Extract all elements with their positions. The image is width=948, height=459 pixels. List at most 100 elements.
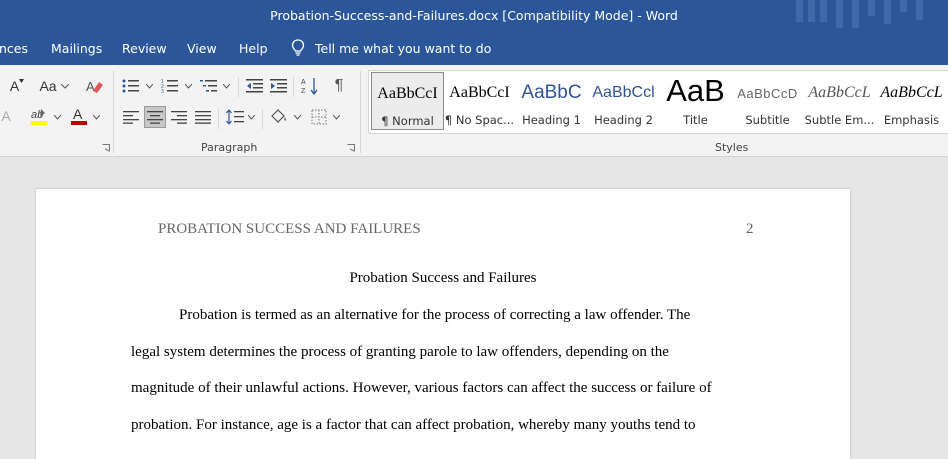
borders-button[interactable] xyxy=(308,106,330,128)
styles-group-label: Styles xyxy=(715,141,749,154)
separator xyxy=(238,77,239,97)
tell-me-search[interactable]: Tell me what you want to do xyxy=(291,39,491,57)
sort-icon: A Z xyxy=(301,78,318,95)
decrease-indent-button[interactable] xyxy=(244,75,266,97)
style-preview: AaBbCcD xyxy=(737,85,798,101)
chevron-down-icon[interactable] xyxy=(93,115,100,120)
ribbon: A Aa A A ab A 1 2 3 A Z ¶ Paragraph AaBb… xyxy=(0,65,948,157)
style-name: ¶ Normal xyxy=(381,114,434,128)
change-case-button[interactable]: Aa xyxy=(36,75,72,97)
chevron-down-icon[interactable] xyxy=(248,115,255,120)
numbering-button[interactable]: 1 2 3 xyxy=(159,75,181,97)
ribbon-tabs: nces Mailings Review View Help Tell me w… xyxy=(0,32,948,65)
style-title[interactable]: AaB Title xyxy=(659,72,732,130)
document-canvas[interactable]: PROBATION SUCCESS AND FAILURES 2 Probati… xyxy=(0,157,948,459)
align-right-icon xyxy=(171,111,187,124)
chevron-down-icon[interactable] xyxy=(185,84,192,89)
style-emphasis[interactable]: AaBbCcL Emphasis xyxy=(875,72,948,130)
style-preview: AaBbCcL xyxy=(880,84,943,101)
running-head: PROBATION SUCCESS AND FAILURES xyxy=(158,221,421,237)
decoration xyxy=(868,0,875,16)
separator xyxy=(360,71,361,153)
shading-button[interactable] xyxy=(268,106,290,128)
pilcrow-icon: ¶ xyxy=(334,77,344,94)
clear-formatting-button[interactable]: A xyxy=(84,75,106,97)
style-preview: AaBbCcL xyxy=(808,84,871,101)
shrink-font-button[interactable]: A xyxy=(4,75,30,97)
lightbulb-icon xyxy=(291,39,305,56)
paragraph-line: magnitude of their unlawful actions. How… xyxy=(131,380,712,396)
chevron-down-icon[interactable] xyxy=(146,84,153,89)
line-spacing-icon xyxy=(226,109,244,125)
line-spacing-button[interactable] xyxy=(224,106,246,128)
font-dialog-launcher-icon[interactable] xyxy=(102,144,110,152)
bullet-list-icon xyxy=(122,79,139,93)
svg-text:A: A xyxy=(301,79,306,86)
document-page[interactable]: PROBATION SUCCESS AND FAILURES 2 Probati… xyxy=(36,189,850,459)
style-name: Emphasis xyxy=(883,113,940,127)
style-heading-2[interactable]: AaBbCcl Heading 2 xyxy=(587,72,660,130)
style-name: Heading 1 xyxy=(522,113,581,127)
align-left-icon xyxy=(123,111,139,124)
tell-me-label: Tell me what you want to do xyxy=(315,40,492,56)
decoration xyxy=(808,0,815,22)
paragraph-dialog-launcher-icon[interactable] xyxy=(347,144,355,152)
highlight-button[interactable]: ab xyxy=(28,105,50,127)
tab-help[interactable]: Help xyxy=(239,41,268,56)
multilevel-list-icon xyxy=(200,80,217,92)
change-case-label: Aa xyxy=(39,78,57,94)
style-preview: AaBbC xyxy=(521,82,582,103)
align-center-button[interactable] xyxy=(144,106,166,128)
style-preview: AaBbCcI xyxy=(377,85,438,102)
tab-mailings[interactable]: Mailings xyxy=(51,41,102,56)
separator xyxy=(218,109,219,129)
chevron-down-icon xyxy=(60,83,69,89)
style-subtitle[interactable]: AaBbCcD Subtitle xyxy=(731,72,804,130)
style-preview: AaBbCcI xyxy=(449,84,510,101)
style-preview: AaBbCcl xyxy=(592,84,655,101)
style-name: ¶ No Spac... xyxy=(444,113,515,127)
text-effects-button[interactable]: A xyxy=(0,105,12,127)
chevron-down-icon[interactable] xyxy=(223,84,230,89)
decoration xyxy=(852,0,859,28)
justify-button[interactable] xyxy=(192,106,214,128)
increase-indent-button[interactable] xyxy=(268,75,290,97)
font-color-button[interactable]: A xyxy=(68,105,90,127)
styles-gallery: AaBbCcI ¶ Normal AaBbCcI ¶ No Spac... Aa… xyxy=(368,70,948,134)
decoration xyxy=(796,0,803,22)
tab-review[interactable]: Review xyxy=(122,41,167,56)
svg-text:3: 3 xyxy=(161,89,164,94)
paragraph-group-label: Paragraph xyxy=(201,141,258,154)
show-formatting-button[interactable]: ¶ xyxy=(328,75,350,97)
borders-icon xyxy=(311,109,327,125)
decoration xyxy=(916,0,923,20)
highlighter-icon: ab xyxy=(31,109,47,125)
align-left-button[interactable] xyxy=(120,106,142,128)
paragraph-line: probation. For instance, age is a factor… xyxy=(131,417,696,433)
style-heading-1[interactable]: AaBbC Heading 1 xyxy=(515,72,588,130)
chevron-down-icon[interactable] xyxy=(294,115,301,120)
style-name: Subtitle xyxy=(745,113,790,127)
multilevel-list-button[interactable] xyxy=(198,75,220,97)
justify-icon xyxy=(195,111,211,124)
chevron-down-icon[interactable] xyxy=(333,115,340,120)
paragraph-line: Probation is termed as an alternative fo… xyxy=(179,307,691,323)
style-name: Title xyxy=(683,113,708,127)
style-no-spacing[interactable]: AaBbCcI ¶ No Spac... xyxy=(443,72,516,130)
tab-view[interactable]: View xyxy=(187,41,217,56)
style-name: Heading 2 xyxy=(594,113,653,127)
paragraph-line: legal system determines the process of g… xyxy=(131,344,669,360)
sort-button[interactable]: A Z xyxy=(299,75,321,97)
bullets-button[interactable] xyxy=(120,75,142,97)
style-subtle-emphasis[interactable]: AaBbCcL Subtle Em... xyxy=(803,72,876,130)
separator xyxy=(262,109,263,129)
style-name: Subtle Em... xyxy=(804,113,875,127)
text-effects-icon: A xyxy=(1,108,11,124)
style-normal[interactable]: AaBbCcI ¶ Normal xyxy=(371,72,444,130)
align-right-button[interactable] xyxy=(168,106,190,128)
tab-references[interactable]: nces xyxy=(0,41,28,56)
decoration xyxy=(900,0,907,12)
chevron-down-icon[interactable] xyxy=(54,115,61,120)
decrease-indent-icon xyxy=(246,79,263,93)
numbered-list-icon: 1 2 3 xyxy=(161,79,178,94)
